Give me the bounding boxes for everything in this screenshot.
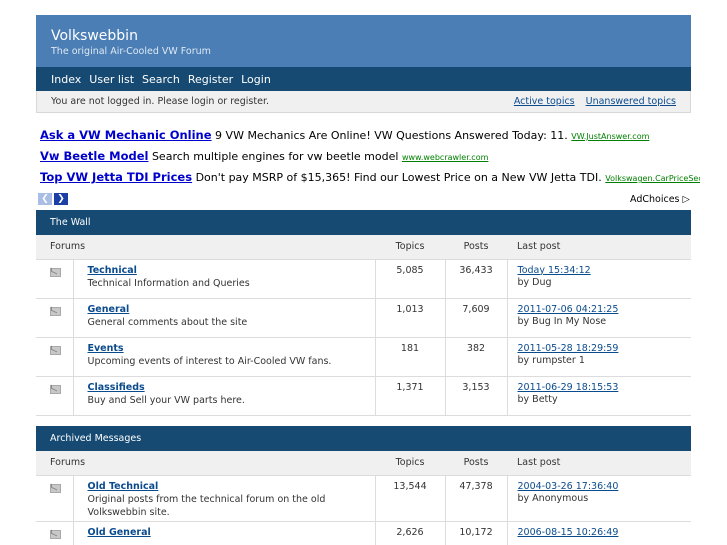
- menu-login[interactable]: Login: [241, 73, 271, 86]
- forum-description: Upcoming events of interest to Air-Coole…: [87, 355, 332, 367]
- forum-post-count: 3,153: [444, 376, 507, 416]
- active-topics-link[interactable]: Active topics: [514, 96, 575, 107]
- column-header-last-post: Last post: [507, 235, 691, 260]
- forum-post-count: 10,172: [444, 521, 507, 545]
- ad-url[interactable]: Volkswagen.CarPriceSecrets.com: [605, 174, 700, 183]
- forum-row: Classifieds Buy and Sell your VW parts he…: [36, 376, 692, 416]
- forum-topic-count: 1,013: [374, 298, 445, 338]
- category-title: Archived Messages: [36, 426, 691, 451]
- last-post-link[interactable]: 2006-08-15 10:26:49: [518, 527, 692, 538]
- forum-description: Original posts from the technical forum …: [87, 493, 326, 518]
- forum-row: Technical Technical Information and Queri…: [36, 259, 692, 299]
- last-post-author: by Anonymous: [517, 492, 589, 504]
- forum-description: Buy and Sell your VW parts here.: [87, 394, 245, 406]
- forum-post-count: 36,433: [444, 259, 507, 299]
- forum-icon: [50, 384, 61, 394]
- forum-title-link[interactable]: Events: [88, 343, 375, 354]
- column-header-topics: Topics: [375, 451, 445, 476]
- category-archived-messages: Archived Messages Forums Topics Posts La…: [36, 426, 691, 545]
- ad-title[interactable]: Top VW Jetta TDI Prices: [40, 170, 192, 184]
- ad-item: Top VW Jetta TDI Prices Don't pay MSRP o…: [40, 170, 700, 191]
- chevron-right-icon[interactable]: ❯: [54, 193, 68, 205]
- ad-text: Search multiple engines for vw beetle mo…: [151, 150, 399, 163]
- menu-register[interactable]: Register: [188, 73, 233, 86]
- forum-title-link[interactable]: General: [88, 304, 375, 315]
- site-title: Volkswebbin: [51, 28, 138, 44]
- forum-icon: [50, 345, 61, 355]
- forum-title-link[interactable]: Old General: [88, 527, 375, 538]
- forum-topic-count: 13,544: [374, 475, 445, 522]
- ad-navigation: ❮ ❯: [38, 193, 70, 205]
- last-post-link[interactable]: 2011-05-28 18:29:59: [518, 343, 692, 354]
- unanswered-topics-link[interactable]: Unanswered topics: [586, 96, 676, 107]
- forum-row: Old Technical Original posts from the tec…: [36, 475, 692, 522]
- forum-post-count: 47,378: [444, 475, 507, 522]
- forum-table: Forums Topics Posts Last post Technical T…: [36, 235, 691, 416]
- adchoices-label: AdChoices: [630, 194, 680, 205]
- chevron-left-icon[interactable]: ❮: [38, 193, 52, 205]
- forum-icon: [50, 306, 61, 316]
- column-header-forums: Forums: [36, 451, 375, 476]
- menu-index[interactable]: Index: [51, 73, 81, 86]
- last-post-author: by rumpster 1: [517, 354, 585, 366]
- site-banner: Volkswebbin The original Air-Cooled VW F…: [36, 15, 691, 67]
- ad-title[interactable]: Vw Beetle Model: [40, 149, 148, 163]
- column-header-last-post: Last post: [507, 451, 691, 476]
- forum-table: Forums Topics Posts Last post Old Techni…: [36, 451, 691, 545]
- forum-title-link[interactable]: Old Technical: [88, 481, 375, 492]
- adchoices-link[interactable]: AdChoices ▷: [630, 194, 690, 205]
- ad-title[interactable]: Ask a VW Mechanic Online: [40, 128, 212, 142]
- column-header-topics: Topics: [375, 235, 445, 260]
- ad-url[interactable]: www.webcrawler.com: [402, 153, 488, 162]
- forum-header: Volkswebbin The original Air-Cooled VW F…: [36, 15, 691, 113]
- forum-icon: [50, 267, 61, 277]
- forum-description: Technical Information and Queries: [87, 277, 250, 289]
- forum-row: General General comments about the site 1…: [36, 298, 692, 338]
- ad-url[interactable]: VW.JustAnswer.com: [571, 132, 649, 141]
- forum-title-link[interactable]: Technical: [88, 265, 375, 276]
- forum-topic-count: 181: [374, 337, 445, 377]
- column-header-posts: Posts: [445, 451, 507, 476]
- ad-text: Don't pay MSRP of $15,365! Find our Lowe…: [195, 171, 602, 184]
- forum-post-count: 382: [444, 337, 507, 377]
- play-triangle-icon: ▷: [682, 194, 690, 205]
- forum-title-link[interactable]: Classifieds: [88, 382, 375, 393]
- column-header-forums: Forums: [36, 235, 375, 260]
- last-post-link[interactable]: 2004-03-26 17:36:40: [518, 481, 692, 492]
- login-status-text: You are not logged in. Please login or r…: [51, 96, 269, 107]
- forum-topic-count: 5,085: [374, 259, 445, 299]
- forum-row: Old General 2,626 10,172 2006-08-15 10:2…: [36, 521, 691, 545]
- ad-text: 9 VW Mechanics Are Online! VW Questions …: [215, 129, 568, 142]
- last-post-author: by Bug In My Nose: [517, 315, 607, 327]
- forum-row: Events Upcoming events of interest to Air…: [36, 337, 692, 377]
- menu-user-list[interactable]: User list: [89, 73, 134, 86]
- forum-topic-count: 2,626: [374, 521, 445, 545]
- forum-icon: [50, 483, 61, 493]
- column-header-posts: Posts: [445, 235, 507, 260]
- ad-item: Ask a VW Mechanic Online 9 VW Mechanics …: [40, 128, 700, 149]
- site-description: The original Air-Cooled VW Forum: [51, 46, 211, 57]
- status-bar: You are not logged in. Please login or r…: [36, 91, 691, 113]
- menu-search[interactable]: Search: [142, 73, 180, 86]
- forum-icon: [50, 529, 61, 539]
- last-post-link[interactable]: 2011-06-29 18:15:53: [518, 382, 692, 393]
- forum-description: General comments about the site: [87, 316, 248, 328]
- ad-item: Vw Beetle Model Search multiple engines …: [40, 149, 700, 170]
- forum-topic-count: 1,371: [374, 376, 445, 416]
- ad-block: Ask a VW Mechanic Online 9 VW Mechanics …: [40, 128, 700, 191]
- category-the-wall: The Wall Forums Topics Posts Last post T…: [36, 210, 691, 416]
- last-post-link[interactable]: Today 15:34:12: [518, 265, 692, 276]
- last-post-author: by Betty: [517, 393, 558, 405]
- last-post-author: by Dug: [517, 276, 552, 288]
- forum-post-count: 7,609: [444, 298, 507, 338]
- category-title: The Wall: [36, 210, 691, 235]
- main-menu: Index User list Search Register Login: [36, 67, 691, 91]
- last-post-link[interactable]: 2011-07-06 04:21:25: [518, 304, 692, 315]
